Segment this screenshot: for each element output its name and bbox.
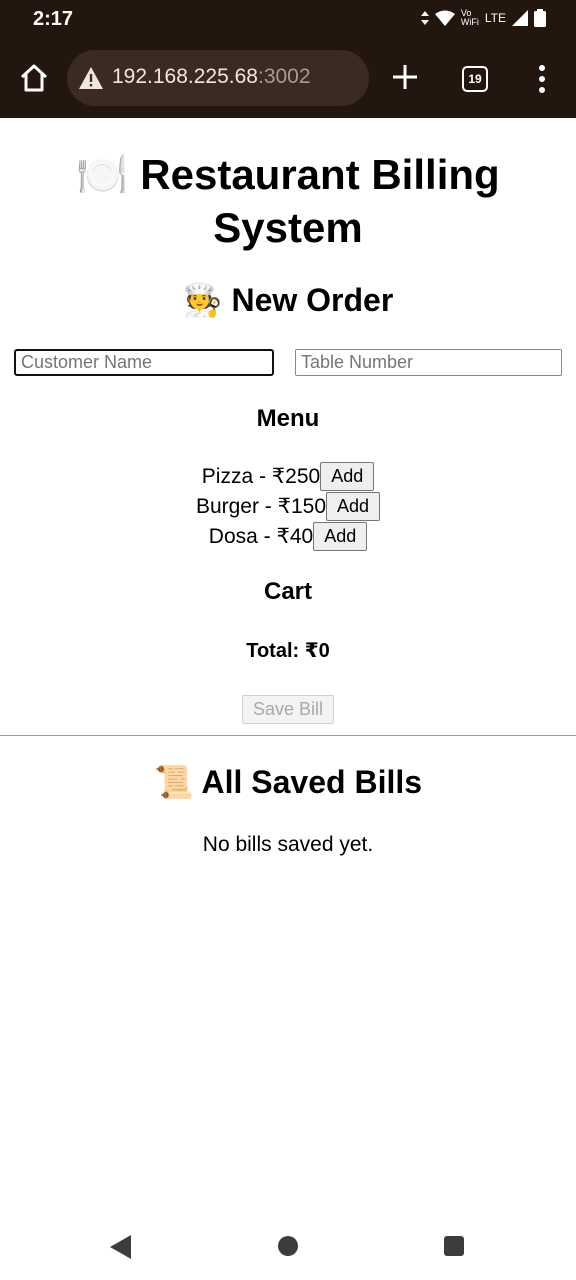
- url-port: :3002: [257, 65, 311, 88]
- page-title: 🍽️ Restaurant Billing System: [76, 151, 500, 251]
- status-bar: 2:17 Vo WiFi LTE: [0, 0, 576, 40]
- wifi-icon: [434, 10, 455, 26]
- menu-item-dosa: Dosa - ₹40 Add: [0, 521, 576, 551]
- home-icon[interactable]: [18, 62, 50, 94]
- recents-icon[interactable]: [444, 1236, 464, 1256]
- menu-item-pizza: Pizza - ₹250 Add: [0, 461, 576, 491]
- vowifi-label: Vo WiFi: [460, 8, 479, 27]
- menu-heading: Menu: [256, 405, 320, 432]
- status-icons: Vo WiFi LTE: [420, 8, 546, 27]
- customer-name-input[interactable]: [14, 349, 274, 376]
- system-nav-bar: [0, 1218, 576, 1280]
- signal-icon: [512, 10, 528, 26]
- table-number-input[interactable]: [295, 349, 562, 376]
- browser-toolbar: 192.168.225.68:3002 19: [0, 40, 576, 118]
- address-bar[interactable]: 192.168.225.68:3002: [67, 50, 369, 106]
- add-dosa-button[interactable]: Add: [313, 521, 368, 551]
- cart-heading: Cart: [263, 578, 312, 605]
- divider: [0, 735, 576, 736]
- status-time: 2:17: [33, 8, 74, 30]
- add-pizza-button[interactable]: Add: [320, 461, 375, 491]
- page-content: 🍽️ Restaurant Billing System 🧑‍🍳 New Ord…: [0, 118, 576, 1218]
- menu-item-label: Pizza - ₹250: [201, 464, 321, 488]
- back-icon[interactable]: [110, 1235, 132, 1259]
- menu-list: Pizza - ₹250 Add Burger - ₹150 Add Dosa …: [0, 461, 576, 551]
- url-host: 192.168.225.68: [112, 65, 258, 88]
- data-arrows-icon: [420, 11, 429, 25]
- new-order-heading: 🧑‍🍳 New Order: [182, 282, 394, 318]
- saved-bills-heading: 📜 All Saved Bills: [153, 764, 423, 800]
- home-nav-icon[interactable]: [278, 1236, 298, 1256]
- warning-icon[interactable]: [79, 67, 103, 89]
- menu-item-label: Dosa - ₹40: [208, 524, 314, 548]
- lte-label: LTE: [484, 11, 506, 25]
- url-text: 192.168.225.68:3002: [112, 65, 311, 89]
- cart-total: Total: ₹0: [246, 640, 330, 662]
- add-burger-button[interactable]: Add: [326, 491, 381, 521]
- save-bill-button[interactable]: Save Bill: [242, 695, 334, 724]
- battery-icon: [534, 9, 546, 27]
- overflow-menu-icon[interactable]: [536, 64, 548, 94]
- menu-item-burger: Burger - ₹150 Add: [0, 491, 576, 521]
- menu-item-label: Burger - ₹150: [195, 494, 327, 518]
- tab-switcher-button[interactable]: 19: [462, 66, 488, 92]
- empty-bills-message: No bills saved yet.: [202, 833, 374, 856]
- new-tab-icon[interactable]: [390, 62, 420, 92]
